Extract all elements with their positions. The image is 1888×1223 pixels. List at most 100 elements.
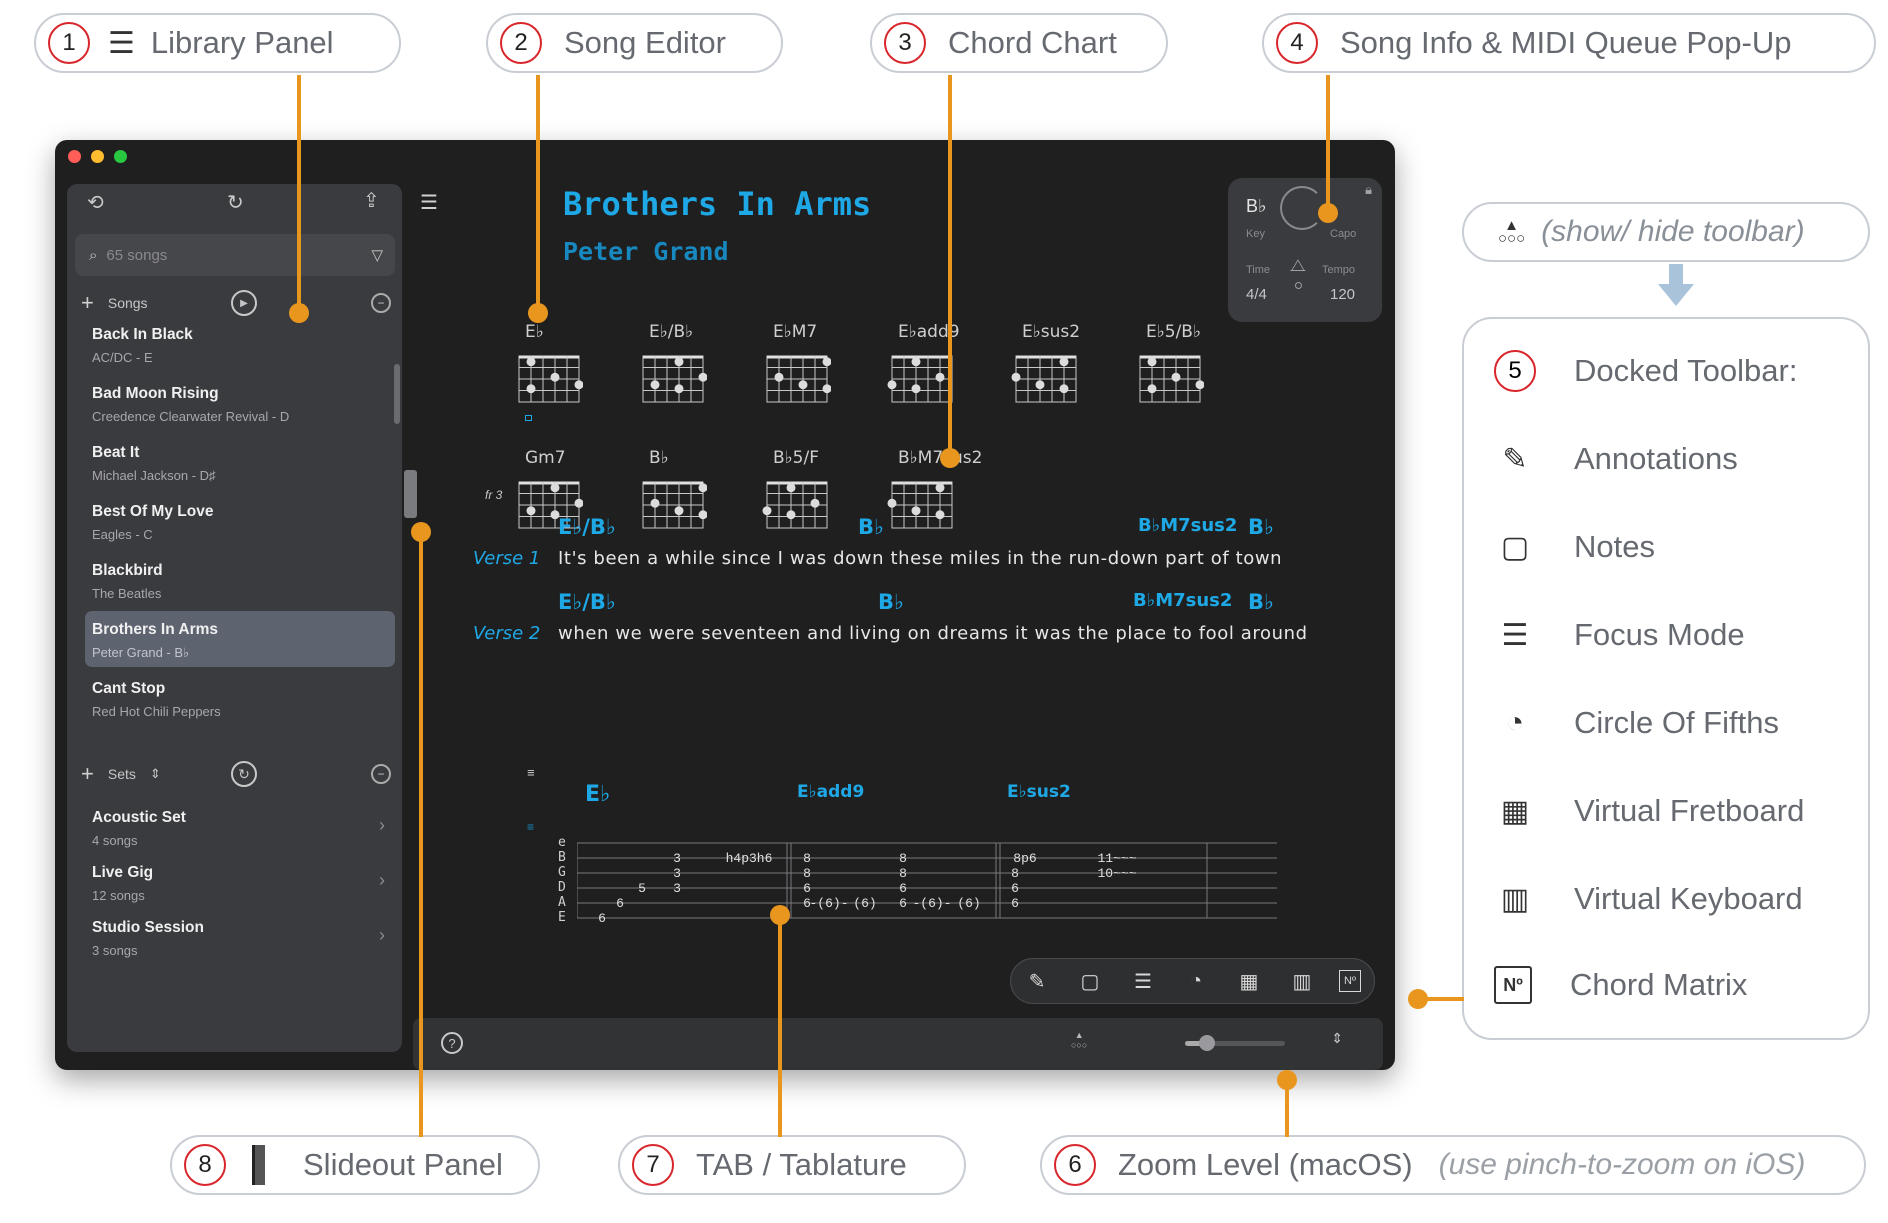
callout-number: 1 bbox=[48, 22, 90, 64]
sync-icon[interactable]: ↻ bbox=[227, 190, 244, 215]
virtual-fretboard-icon[interactable]: ▦ bbox=[1235, 967, 1263, 995]
filter-icon[interactable]: ▽ bbox=[371, 246, 383, 264]
lyric-chord[interactable]: B♭ bbox=[1248, 515, 1274, 539]
tab-chord[interactable]: E♭sus2 bbox=[1007, 782, 1071, 802]
chord-diagram[interactable] bbox=[761, 348, 831, 408]
toolbar-legend-label: Virtual Keyboard bbox=[1574, 881, 1803, 916]
svg-text:h4p3h6: h4p3h6 bbox=[726, 851, 773, 866]
callout-number: 8 bbox=[184, 1144, 226, 1186]
history-icon[interactable]: ⟲ bbox=[87, 190, 104, 215]
collapse-icon[interactable]: − bbox=[371, 764, 391, 784]
chord-diagram[interactable] bbox=[1010, 348, 1080, 408]
focus-mode-icon[interactable]: ☰ bbox=[1129, 967, 1157, 995]
lyric-chord[interactable]: B♭ bbox=[1248, 590, 1274, 614]
annotations-icon[interactable]: ✎ bbox=[1023, 967, 1051, 995]
song-subtitle: Red Hot Chili Peppers bbox=[92, 704, 221, 719]
close-window-button[interactable] bbox=[68, 150, 81, 163]
fret-label: fr 3 bbox=[485, 488, 503, 502]
leader-dot bbox=[289, 303, 309, 323]
callout-number: 6 bbox=[1054, 1144, 1096, 1186]
chord-diagram[interactable] bbox=[513, 348, 583, 408]
maximize-window-button[interactable] bbox=[114, 150, 127, 163]
lock-icon[interactable]: 🔒︎ bbox=[1365, 182, 1372, 198]
zoom-slider[interactable] bbox=[1185, 1035, 1285, 1051]
callout-number: 3 bbox=[884, 22, 926, 64]
song-list-item[interactable]: Best Of My Love Eagles - C bbox=[85, 493, 395, 549]
lyric-line[interactable]: It's been a while since I was down these… bbox=[558, 548, 1282, 569]
add-set-icon[interactable]: + bbox=[81, 761, 94, 787]
refresh-icon[interactable]: ↻ bbox=[231, 761, 257, 787]
song-list-item[interactable]: Beat It Michael Jackson - D♯ bbox=[85, 434, 395, 490]
song-info-popup[interactable]: 🔒︎ B♭ Key Capo Time ⧍ Tempo 4/4 120 bbox=[1228, 178, 1382, 322]
song-list-item[interactable]: Cant Stop Red Hot Chili Peppers bbox=[85, 670, 395, 726]
lyric-chord[interactable]: E♭/B♭ bbox=[558, 590, 616, 614]
song-title[interactable]: Brothers In Arms bbox=[563, 185, 871, 223]
add-song-icon[interactable]: + bbox=[81, 290, 94, 316]
chord-diagram[interactable] bbox=[1134, 348, 1204, 408]
song-list-item[interactable]: Blackbird The Beatles bbox=[85, 552, 395, 608]
chevron-right-icon: › bbox=[379, 870, 385, 890]
set-list-item[interactable]: Live Gig 12 songs › bbox=[85, 854, 395, 910]
library-panel: ⟲ ↻ ⇪ ⌕ 65 songs ▽ + Songs ▶ − Back In B… bbox=[67, 184, 402, 1052]
scrollbar-thumb[interactable] bbox=[394, 364, 400, 424]
search-input[interactable]: ⌕ 65 songs ▽ bbox=[75, 234, 395, 276]
minimize-window-button[interactable] bbox=[91, 150, 104, 163]
chord-name: B♭ bbox=[649, 448, 669, 468]
song-subtitle: Michael Jackson - D♯ bbox=[92, 468, 216, 483]
chord-matrix-icon[interactable]: Nº bbox=[1339, 970, 1361, 992]
callout-label: Song Info & MIDI Queue Pop-Up bbox=[1340, 25, 1792, 60]
tab-chord[interactable]: E♭add9 bbox=[797, 782, 864, 802]
song-list-item[interactable]: Brothers In Arms Peter Grand - B♭ bbox=[85, 611, 395, 667]
lyric-chord[interactable]: E♭/B♭ bbox=[558, 515, 616, 539]
lyric-line[interactable]: when we were seventeen and living on dre… bbox=[558, 623, 1308, 644]
lyric-chord[interactable]: B♭M7sus2 bbox=[1138, 515, 1237, 536]
chord-diagram[interactable] bbox=[761, 474, 831, 534]
song-title: Beat It bbox=[92, 444, 140, 461]
tab-chord[interactable]: E♭ bbox=[585, 782, 610, 807]
song-list-item[interactable]: Bad Moon Rising Creedence Clearwater Revi… bbox=[85, 375, 395, 431]
lyric-chord[interactable]: B♭ bbox=[858, 515, 884, 539]
chord-name: Gm7 bbox=[525, 448, 566, 468]
tab-handle-icon[interactable]: ≡ bbox=[527, 820, 534, 834]
song-artist[interactable]: Peter Grand bbox=[563, 237, 729, 266]
chord-diagram[interactable] bbox=[637, 474, 707, 534]
set-title: Live Gig bbox=[92, 864, 154, 881]
metronome-icon[interactable]: ⧍ bbox=[1290, 256, 1306, 276]
collapse-icon[interactable]: − bbox=[371, 293, 391, 313]
play-icon[interactable]: ▶ bbox=[231, 290, 257, 316]
show-toolbar-icon[interactable]: ▲ ○○○ bbox=[1071, 1030, 1087, 1050]
virtual-keyboard-icon[interactable]: ▥ bbox=[1288, 967, 1316, 995]
set-list-item[interactable]: Studio Session 3 songs › bbox=[85, 909, 395, 965]
callout-number: 4 bbox=[1276, 22, 1318, 64]
capo-dial[interactable] bbox=[1280, 186, 1324, 230]
chord-name: E♭ bbox=[525, 322, 544, 342]
song-list-item[interactable]: Back In Black AC/DC - E bbox=[85, 316, 395, 372]
bottom-bar: ? ▲ ○○○ ⇕ bbox=[413, 1018, 1383, 1070]
sort-icon[interactable]: ⇕ bbox=[150, 766, 161, 782]
chord-diagram[interactable] bbox=[637, 348, 707, 408]
indicator-dot bbox=[1295, 282, 1302, 289]
callout-label: Chord Chart bbox=[948, 25, 1117, 60]
menu-icon[interactable]: ☰ bbox=[420, 190, 438, 215]
zoom-stepper-icon[interactable]: ⇕ bbox=[1331, 1030, 1343, 1047]
chord-diagram[interactable] bbox=[886, 348, 956, 408]
slideout-handle[interactable] bbox=[404, 470, 417, 518]
svg-text:6: 6 bbox=[616, 896, 624, 911]
callout-number: 2 bbox=[500, 22, 542, 64]
circle-of-fifths-icon[interactable]: ◔ bbox=[1182, 967, 1210, 995]
zoom-slider-thumb[interactable] bbox=[1199, 1035, 1215, 1051]
leader-line bbox=[419, 532, 423, 1137]
help-icon[interactable]: ? bbox=[441, 1032, 463, 1054]
set-list-item[interactable]: Acoustic Set 4 songs › bbox=[85, 799, 395, 855]
lyric-chord[interactable]: B♭ bbox=[878, 590, 904, 614]
capo-label: Capo bbox=[1330, 228, 1357, 240]
chord-diagram[interactable] bbox=[886, 474, 956, 534]
share-icon[interactable]: ⇪ bbox=[363, 188, 380, 213]
set-subtitle: 3 songs bbox=[92, 943, 138, 958]
notes-icon[interactable]: ▢ bbox=[1076, 967, 1104, 995]
svg-text:-(6)-: -(6)- bbox=[912, 896, 951, 911]
lyric-chord[interactable]: B♭M7sus2 bbox=[1133, 590, 1232, 611]
song-subtitle: Eagles - C bbox=[92, 527, 153, 542]
key-value: B♭ bbox=[1246, 196, 1267, 216]
svg-text:3: 3 bbox=[673, 881, 681, 896]
